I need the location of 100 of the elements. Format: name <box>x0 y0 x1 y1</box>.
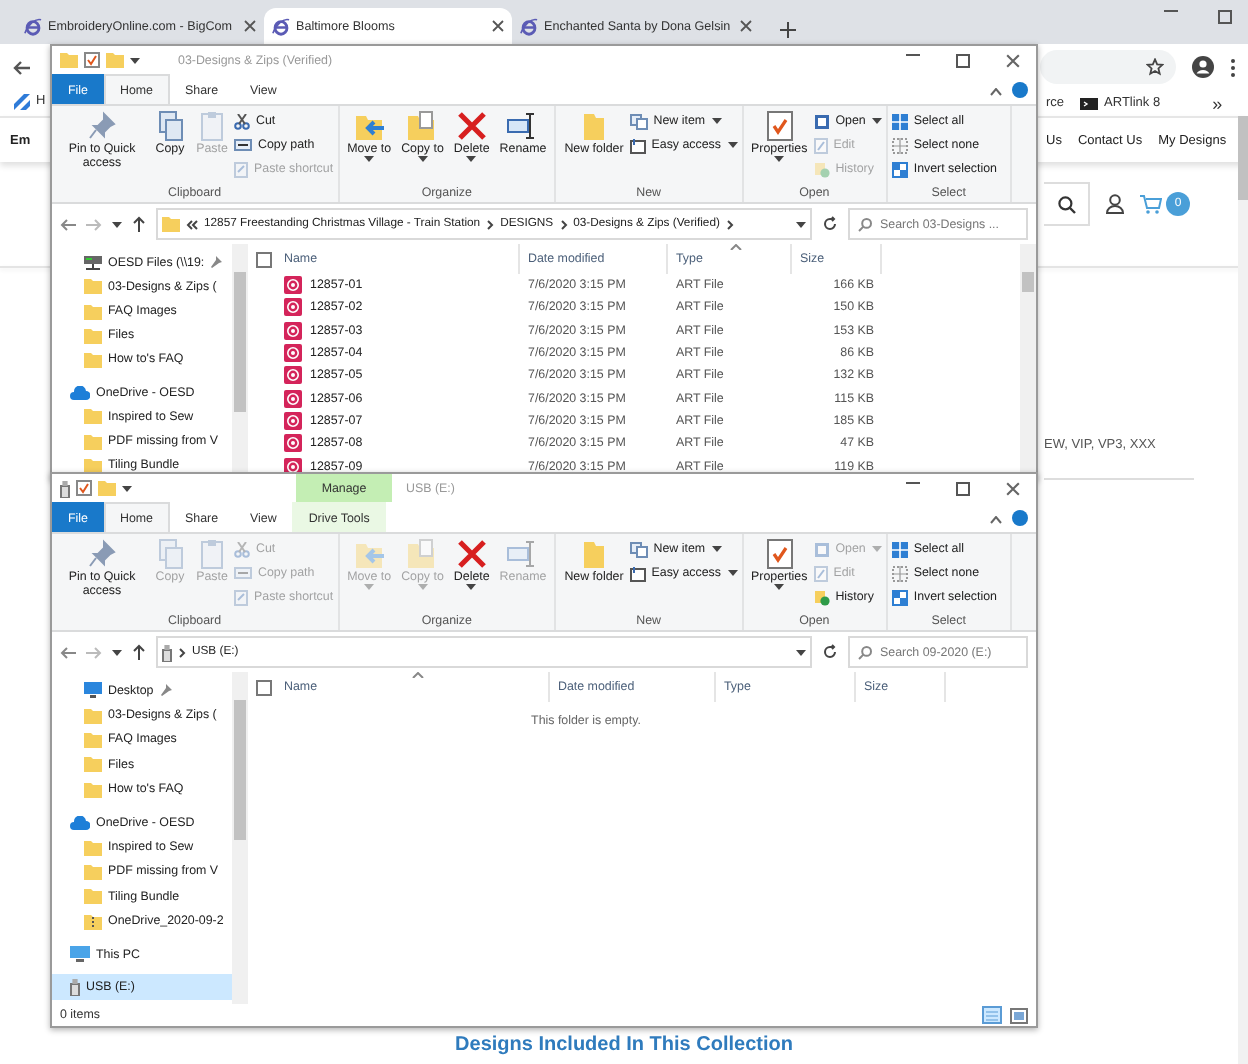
scrollbar[interactable] <box>232 244 248 478</box>
select-all-checkbox[interactable] <box>256 679 272 695</box>
select-all-checkbox[interactable] <box>256 251 272 267</box>
address-bar[interactable] <box>1040 50 1176 84</box>
clipboard-icon <box>196 538 228 570</box>
forward-icon <box>86 645 102 659</box>
caret-icon <box>711 546 722 552</box>
close-icon <box>492 20 504 32</box>
more-bookmarks[interactable]: » <box>1212 93 1223 113</box>
caret-icon <box>871 546 882 552</box>
rename-icon <box>506 538 539 570</box>
network-drive-icon <box>84 254 102 271</box>
embroidery-file-icon <box>284 321 302 340</box>
edit-icon <box>813 565 828 581</box>
shortcut-icon <box>234 589 248 605</box>
rename-icon <box>506 110 539 142</box>
pin-icon <box>86 538 118 570</box>
caret-icon <box>417 156 428 163</box>
folder-pages-icon <box>406 110 439 142</box>
caret-icon <box>774 156 785 163</box>
clipboard-icon <box>196 110 228 142</box>
profile-icon[interactable] <box>1192 56 1214 78</box>
checklist-icon <box>763 110 796 142</box>
caret-icon <box>130 57 140 63</box>
computer-icon <box>70 946 90 963</box>
close-icon <box>1006 481 1020 495</box>
folder-arrow-icon <box>353 110 386 142</box>
close-icon <box>244 20 256 32</box>
overflow-icon <box>186 219 198 229</box>
folder-icon <box>60 52 78 68</box>
search-button[interactable] <box>1044 182 1090 226</box>
caret-icon <box>796 221 806 227</box>
chevron-icon <box>725 219 734 229</box>
scissors-icon <box>234 541 250 557</box>
caret-icon <box>711 118 722 124</box>
up-icon <box>132 644 146 660</box>
scrollbar[interactable] <box>232 672 248 1004</box>
collapse-icon <box>990 88 1002 96</box>
menu-icon[interactable] <box>1230 57 1236 77</box>
folder-icon <box>162 216 180 232</box>
usb-drive-icon <box>162 643 172 661</box>
pages-icon <box>154 538 186 570</box>
scrollbar[interactable] <box>1020 244 1036 478</box>
checklist-icon <box>763 538 796 570</box>
caret-icon <box>466 584 477 591</box>
forward-icon <box>86 217 102 231</box>
close-icon <box>1006 53 1020 67</box>
embroidery-file-icon <box>284 434 302 453</box>
up-icon <box>132 216 146 232</box>
new-tab-icon[interactable] <box>780 22 796 38</box>
folder-arrow-icon <box>353 538 386 570</box>
scrollbar[interactable] <box>1238 116 1248 1064</box>
zip-folder-icon <box>84 913 102 930</box>
pin-icon <box>86 110 118 142</box>
user-icon[interactable] <box>1106 194 1124 214</box>
caret-icon <box>796 649 806 655</box>
caret-icon <box>112 221 122 227</box>
search-icon <box>858 645 872 659</box>
thumbnail-view-icon[interactable] <box>1010 1007 1028 1023</box>
caret-icon <box>727 570 737 576</box>
desktop-icon <box>84 682 102 699</box>
embroidery-file-icon <box>284 276 302 295</box>
caret-icon <box>871 118 882 124</box>
maximize-icon <box>956 53 970 67</box>
back-icon[interactable] <box>12 59 30 75</box>
new-item-icon <box>629 541 648 557</box>
cart-icon[interactable] <box>1140 194 1162 214</box>
details-view-icon[interactable] <box>982 1006 1002 1024</box>
easy-access-icon <box>629 565 646 581</box>
chevron-icon <box>486 219 495 229</box>
help-icon <box>1012 510 1028 526</box>
caret-icon <box>466 156 477 163</box>
browser-logo-icon <box>24 17 42 35</box>
caret-icon <box>774 584 785 591</box>
folder-pages-icon <box>406 538 439 570</box>
caret-icon <box>364 156 375 163</box>
back-icon <box>60 217 76 231</box>
minimize-icon <box>906 481 920 483</box>
open-icon <box>813 541 830 557</box>
embroidery-file-icon <box>284 366 302 385</box>
folder-icon <box>106 52 124 68</box>
caret-icon <box>112 649 122 655</box>
close-icon <box>740 20 752 32</box>
delete-icon <box>455 110 488 142</box>
browser-logo-icon <box>520 17 538 35</box>
usb-drive-icon <box>60 479 70 497</box>
checklist-icon <box>84 52 100 68</box>
embroidery-file-icon <box>284 389 302 408</box>
invert-icon <box>891 589 908 605</box>
minimize-icon <box>906 53 920 55</box>
maximize-icon <box>1218 10 1232 24</box>
stripes-icon <box>14 93 30 109</box>
grid-icon <box>891 113 908 129</box>
path-icon <box>234 138 252 152</box>
pages-icon <box>154 110 186 142</box>
edit-icon <box>813 137 828 153</box>
cloud-icon <box>70 385 90 400</box>
delete-icon <box>455 538 488 570</box>
search-icon <box>858 217 872 231</box>
usb-drive-icon <box>70 977 80 996</box>
